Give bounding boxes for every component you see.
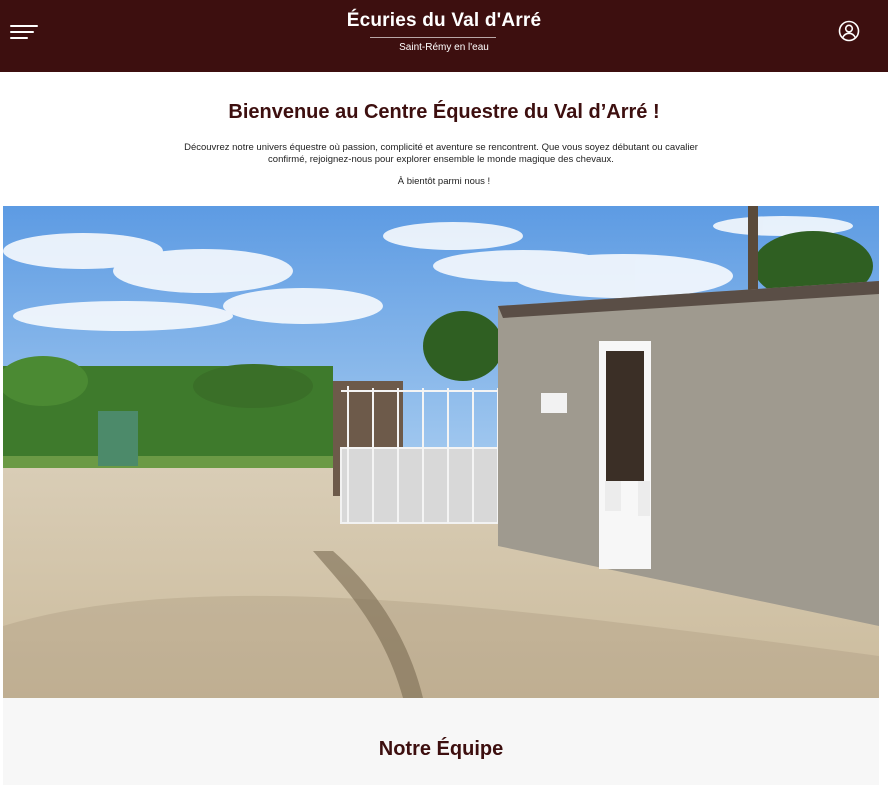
site-header: Écuries du Val d'Arré Saint-Rémy en l'ea…	[0, 0, 888, 72]
title-divider	[370, 37, 496, 38]
site-subtitle: Saint-Rémy en l'eau	[399, 42, 489, 53]
team-heading: Notre Équipe	[378, 738, 504, 760]
user-circle-icon[interactable]	[838, 20, 860, 42]
welcome-heading: Bienvenue au Centre Équestre du Val d’Ar…	[228, 101, 660, 123]
hero-photo-stable-entrance	[3, 206, 879, 698]
site-title[interactable]: Écuries du Val d'Arré	[0, 10, 888, 32]
welcome-paragraph: Découvrez notre univers équestre où pass…	[184, 142, 698, 165]
welcome-signoff: À bientôt parmi nous !	[397, 176, 491, 187]
team-section: Notre Équipe	[3, 698, 879, 785]
